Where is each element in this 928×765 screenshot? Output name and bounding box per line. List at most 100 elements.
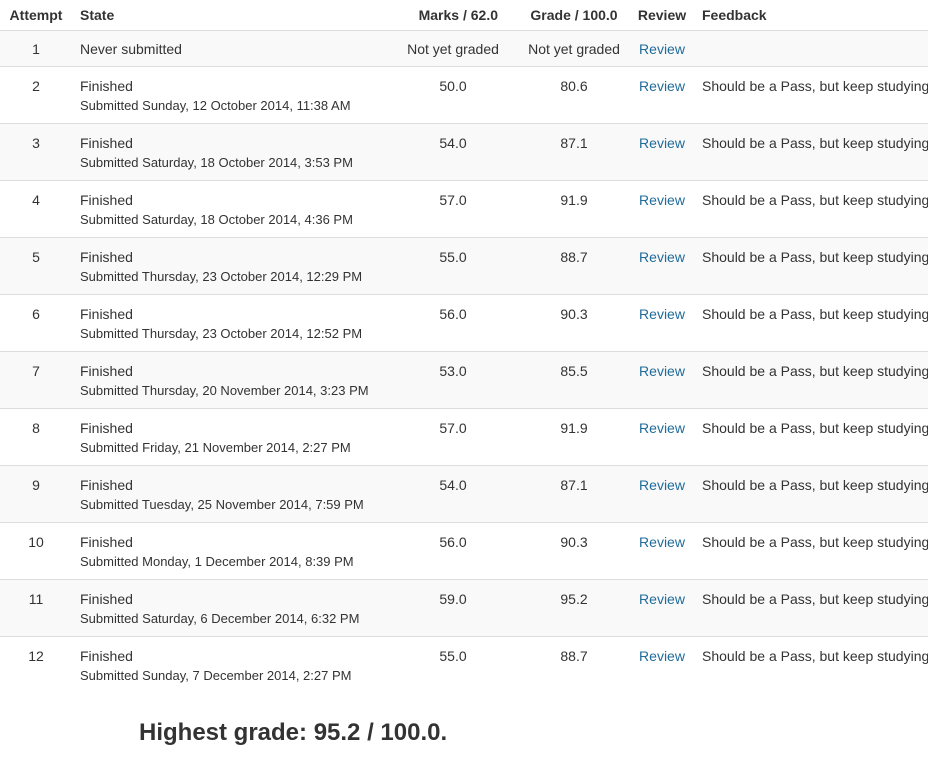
attempt-state: Finished Submitted Saturday, 18 October … xyxy=(72,123,388,181)
state-label: Finished xyxy=(80,306,133,322)
attempt-grade: 91.9 xyxy=(518,180,630,238)
attempt-state: Finished Submitted Sunday, 7 December 20… xyxy=(72,636,388,694)
attempt-state: Finished Submitted Thursday, 23 October … xyxy=(72,237,388,295)
attempt-number: 4 xyxy=(0,180,72,238)
header-state: State xyxy=(72,0,388,31)
attempt-state: Finished Submitted Thursday, 23 October … xyxy=(72,294,388,352)
attempt-number: 6 xyxy=(0,294,72,352)
review-link[interactable]: Review xyxy=(639,477,685,493)
attempt-number: 1 xyxy=(0,30,72,67)
state-label: Finished xyxy=(80,420,133,436)
review-link[interactable]: Review xyxy=(639,249,685,265)
attempt-feedback: Should be a Pass, but keep studying xyxy=(694,66,928,124)
attempt-feedback: Should be a Pass, but keep studying xyxy=(694,636,928,694)
review-link[interactable]: Review xyxy=(639,192,685,208)
attempt-marks: 53.0 xyxy=(388,351,518,409)
submitted-date: Submitted Thursday, 23 October 2014, 12:… xyxy=(80,269,363,284)
review-link[interactable]: Review xyxy=(639,363,685,379)
table-row: 4 Finished Submitted Saturday, 18 Octobe… xyxy=(0,180,928,238)
attempt-marks: 56.0 xyxy=(388,522,518,580)
review-link[interactable]: Review xyxy=(639,306,685,322)
submitted-date: Submitted Sunday, 12 October 2014, 11:38… xyxy=(80,98,351,113)
attempt-feedback: Should be a Pass, but keep studying xyxy=(694,408,928,466)
review-link[interactable]: Review xyxy=(639,420,685,436)
header-feedback: Feedback xyxy=(694,0,928,31)
attempt-grade: 87.1 xyxy=(518,123,630,181)
attempt-marks: Not yet graded xyxy=(388,30,518,67)
attempt-feedback: Should be a Pass, but keep studying xyxy=(694,180,928,238)
table-row: 6 Finished Submitted Thursday, 23 Octobe… xyxy=(0,294,928,352)
attempt-marks: 57.0 xyxy=(388,180,518,238)
table-row: 1 Never submitted Not yet graded Not yet… xyxy=(0,30,928,67)
attempt-feedback: Should be a Pass, but keep studying xyxy=(694,123,928,181)
submitted-date: Submitted Monday, 1 December 2014, 8:39 … xyxy=(80,554,354,569)
header-attempt: Attempt xyxy=(0,0,72,31)
attempt-feedback: Should be a Pass, but keep studying xyxy=(694,351,928,409)
attempt-marks: 50.0 xyxy=(388,66,518,124)
attempt-number: 7 xyxy=(0,351,72,409)
attempt-marks: 54.0 xyxy=(388,465,518,523)
attempt-marks: 55.0 xyxy=(388,237,518,295)
table-header-row: Attempt State Marks / 62.0 Grade / 100.0… xyxy=(0,0,928,31)
attempt-marks: 54.0 xyxy=(388,123,518,181)
attempt-number: 11 xyxy=(0,579,72,637)
submitted-date: Submitted Sunday, 7 December 2014, 2:27 … xyxy=(80,668,352,683)
attempt-marks: 57.0 xyxy=(388,408,518,466)
state-label: Finished xyxy=(80,249,133,265)
table-row: 8 Finished Submitted Friday, 21 November… xyxy=(0,408,928,466)
state-label: Finished xyxy=(80,363,133,379)
table-row: 9 Finished Submitted Tuesday, 25 Novembe… xyxy=(0,465,928,523)
review-link[interactable]: Review xyxy=(639,41,685,57)
attempt-feedback: Should be a Pass, but keep studying xyxy=(694,294,928,352)
attempt-state: Finished Submitted Monday, 1 December 20… xyxy=(72,522,388,580)
table-row: 3 Finished Submitted Saturday, 18 Octobe… xyxy=(0,123,928,181)
attempt-feedback: Should be a Pass, but keep studying xyxy=(694,465,928,523)
submitted-date: Submitted Saturday, 6 December 2014, 6:3… xyxy=(80,611,360,626)
review-link[interactable]: Review xyxy=(639,78,685,94)
state-label: Finished xyxy=(80,78,133,94)
attempt-number: 2 xyxy=(0,66,72,124)
attempt-grade: 91.9 xyxy=(518,408,630,466)
table-row: 7 Finished Submitted Thursday, 20 Novemb… xyxy=(0,351,928,409)
review-link[interactable]: Review xyxy=(639,534,685,550)
attempt-grade: 80.6 xyxy=(518,66,630,124)
attempt-grade: 95.2 xyxy=(518,579,630,637)
attempt-state: Finished Submitted Tuesday, 25 November … xyxy=(72,465,388,523)
attempt-feedback xyxy=(694,30,928,67)
attempt-grade: 88.7 xyxy=(518,636,630,694)
attempt-state: Finished Submitted Friday, 21 November 2… xyxy=(72,408,388,466)
attempt-feedback: Should be a Pass, but keep studying xyxy=(694,579,928,637)
state-label: Finished xyxy=(80,534,133,550)
attempt-state: Finished Submitted Sunday, 12 October 20… xyxy=(72,66,388,124)
attempt-marks: 55.0 xyxy=(388,636,518,694)
table-row: 2 Finished Submitted Sunday, 12 October … xyxy=(0,66,928,124)
attempt-number: 12 xyxy=(0,636,72,694)
submitted-date: Submitted Saturday, 18 October 2014, 3:5… xyxy=(80,155,353,170)
table-row: 5 Finished Submitted Thursday, 23 Octobe… xyxy=(0,237,928,295)
table-row: 11 Finished Submitted Saturday, 6 Decemb… xyxy=(0,579,928,637)
attempt-state: Finished Submitted Saturday, 6 December … xyxy=(72,579,388,637)
state-label: Never submitted xyxy=(80,41,182,57)
attempt-number: 8 xyxy=(0,408,72,466)
submitted-date: Submitted Saturday, 18 October 2014, 4:3… xyxy=(80,212,353,227)
state-label: Finished xyxy=(80,192,133,208)
attempt-state: Finished Submitted Saturday, 18 October … xyxy=(72,180,388,238)
state-label: Finished xyxy=(80,135,133,151)
submitted-date: Submitted Thursday, 20 November 2014, 3:… xyxy=(80,383,369,398)
submitted-date: Submitted Tuesday, 25 November 2014, 7:5… xyxy=(80,497,364,512)
state-label: Finished xyxy=(80,477,133,493)
attempt-feedback: Should be a Pass, but keep studying xyxy=(694,522,928,580)
attempt-number: 5 xyxy=(0,237,72,295)
header-review: Review xyxy=(630,0,694,31)
highest-grade-summary: Highest grade: 95.2 / 100.0. xyxy=(139,719,448,746)
submitted-date: Submitted Friday, 21 November 2014, 2:27… xyxy=(80,440,351,455)
review-link[interactable]: Review xyxy=(639,135,685,151)
attempt-grade: 85.5 xyxy=(518,351,630,409)
review-link[interactable]: Review xyxy=(639,648,685,664)
attempt-number: 9 xyxy=(0,465,72,523)
table-row: 10 Finished Submitted Monday, 1 December… xyxy=(0,522,928,580)
attempts-table: Attempt State Marks / 62.0 Grade / 100.0… xyxy=(0,0,928,694)
attempt-state: Finished Submitted Thursday, 20 November… xyxy=(72,351,388,409)
review-link[interactable]: Review xyxy=(639,591,685,607)
state-label: Finished xyxy=(80,591,133,607)
